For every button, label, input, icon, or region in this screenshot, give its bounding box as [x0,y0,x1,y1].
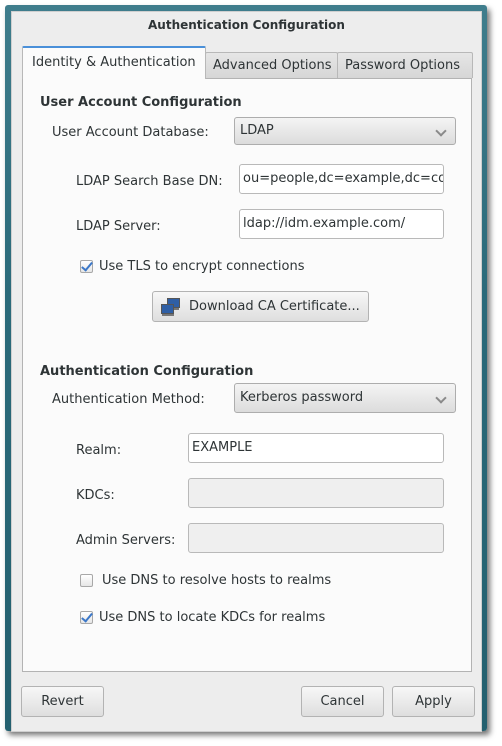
authentication-method-value: Kerberos password [240,390,364,405]
authentication-method-label: Authentication Method: [52,392,205,407]
tab-bar: Identity & Authentication Advanced Optio… [22,46,482,79]
network-computers-icon [161,297,185,317]
realm-label: Realm: [76,443,122,458]
cancel-button[interactable]: Cancel [301,686,384,717]
user-account-database-label: User Account Database: [52,125,209,140]
user-account-database-select[interactable]: LDAP [234,117,456,145]
dns-locate-kdcs-checkbox[interactable]: Use DNS to locate KDCs for realms [80,610,325,625]
checkmark-icon [80,611,93,624]
dns-resolve-hosts-checkbox[interactable]: Use DNS to resolve hosts to realms [80,573,331,588]
authentication-method-select[interactable]: Kerberos password [234,383,456,413]
revert-button[interactable]: Revert [21,686,104,717]
window-title: Authentication Configuration [148,18,345,32]
dns-locate-kdcs-label: Use DNS to locate KDCs for realms [99,610,326,625]
tab-identity-authentication[interactable]: Identity & Authentication [22,46,206,79]
chevron-down-icon [435,392,447,404]
checkmark-icon [80,260,93,273]
user-account-database-value: LDAP [240,123,274,138]
use-tls-label: Use TLS to encrypt connections [99,259,305,274]
admin-servers-input[interactable] [188,523,444,553]
tab-page-identity: User Account Configuration User Account … [22,78,472,672]
download-ca-certificate-button[interactable]: Download CA Certificate... [152,291,369,322]
auth-config-dialog: Authentication Configuration Identity & … [11,11,482,732]
ldap-search-base-label: LDAP Search Base DN: [76,174,223,189]
apply-button[interactable]: Apply [392,686,475,717]
authentication-heading: Authentication Configuration [40,364,254,379]
realm-input[interactable]: EXAMPLE [188,433,444,463]
use-tls-checkbox[interactable]: Use TLS to encrypt connections [80,259,304,274]
kdcs-input[interactable] [188,478,444,508]
tab-password-options[interactable]: Password Options [337,52,473,78]
ldap-server-input[interactable]: ldap://idm.example.com/ [239,209,444,239]
ldap-search-base-input[interactable]: ou=people,dc=example,dc=com [239,164,444,194]
user-account-heading: User Account Configuration [40,95,242,110]
chevron-down-icon [435,125,447,137]
kdcs-label: KDCs: [76,488,115,503]
tab-advanced-options[interactable]: Advanced Options [205,52,338,78]
dns-resolve-hosts-label: Use DNS to resolve hosts to realms [102,573,332,588]
ldap-server-label: LDAP Server: [76,219,161,234]
download-ca-certificate-label: Download CA Certificate... [189,299,360,314]
admin-servers-label: Admin Servers: [76,533,176,548]
checkbox-unchecked-icon [80,574,93,587]
